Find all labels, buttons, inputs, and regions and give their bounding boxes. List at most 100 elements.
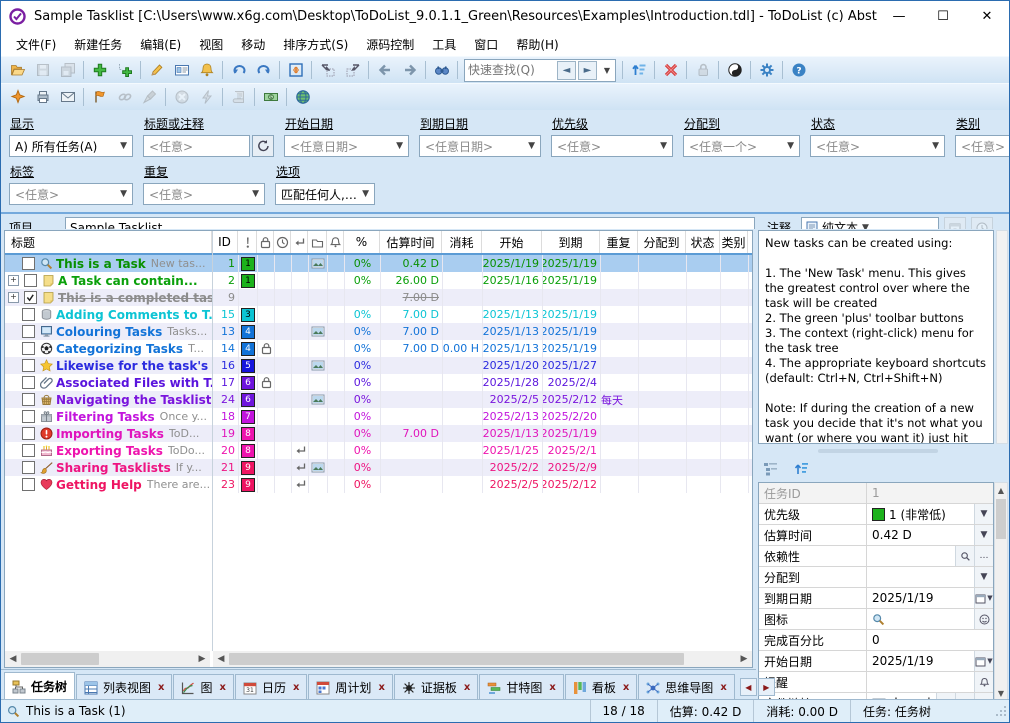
attr-value[interactable]: 1 (非常低) <box>867 506 974 523</box>
tab-图[interactable]: 图x <box>173 674 233 700</box>
task-checkbox[interactable] <box>24 291 37 304</box>
maximize-view-icon[interactable] <box>283 59 308 81</box>
column-header-cat[interactable]: 类别 <box>720 231 748 253</box>
filter-combo-到期日期[interactable]: <任意日期>▼ <box>419 135 541 157</box>
close-button[interactable]: ✕ <box>965 1 1009 32</box>
tab-思维导图[interactable]: 思维导图x <box>638 674 734 700</box>
column-header-img[interactable] <box>308 231 327 253</box>
send-email-icon[interactable] <box>55 86 80 108</box>
redo-icon[interactable] <box>251 59 276 81</box>
tab-scroll-right-icon[interactable]: ▶ <box>758 678 775 696</box>
task-checkbox[interactable] <box>22 257 35 270</box>
tab-close-icon[interactable]: x <box>720 682 726 693</box>
menu-item-9[interactable]: 窗口 <box>465 33 507 56</box>
find-tasks-icon[interactable] <box>429 59 454 81</box>
forward-icon[interactable] <box>397 59 422 81</box>
menu-item-10[interactable]: 帮助(H) <box>507 33 567 56</box>
menu-item-4[interactable]: 视图 <box>190 33 232 56</box>
task-checkbox[interactable] <box>22 376 35 389</box>
minimize-button[interactable]: — <box>877 1 921 32</box>
column-header-est[interactable]: 估算时间 <box>380 231 442 253</box>
attr-search-icon[interactable] <box>955 546 974 566</box>
open-file-icon[interactable] <box>5 59 30 81</box>
task-row-21[interactable]: Sharing TasklistsIf y...2190%2025/2/2202… <box>5 459 752 476</box>
attr-bell-icon[interactable] <box>974 672 993 692</box>
column-header-start[interactable]: 开始 <box>482 231 542 253</box>
shortcut-new-icon[interactable] <box>5 86 30 108</box>
task-card-icon[interactable] <box>169 59 194 81</box>
tab-close-icon[interactable]: x <box>378 682 384 693</box>
attr-value[interactable]: 0 <box>867 633 993 647</box>
filter-combo-选项[interactable]: 匹配任何人, ...▼ <box>275 183 375 205</box>
tab-日历[interactable]: 31日历x <box>235 674 307 700</box>
task-checkbox[interactable] <box>22 461 35 474</box>
task-row-18[interactable]: Filtering TasksOnce y...1870%2025/2/1320… <box>5 408 752 425</box>
filter-combo-分配到[interactable]: <任意一个>▼ <box>683 135 800 157</box>
set-reminder-icon[interactable] <box>194 59 219 81</box>
filter-combo-开始日期[interactable]: <任意日期>▼ <box>284 135 409 157</box>
tab-任务树[interactable]: 任务树 <box>4 672 75 700</box>
column-header-assign[interactable]: 分配到 <box>638 231 686 253</box>
preferences-icon[interactable] <box>754 59 779 81</box>
column-header-title[interactable]: 标题 <box>5 231 212 253</box>
tab-close-icon[interactable]: x <box>464 682 470 693</box>
menu-item-3[interactable]: 编辑(E) <box>131 33 190 56</box>
quick-find-input[interactable] <box>465 62 557 79</box>
filter-refresh-icon[interactable] <box>252 135 274 157</box>
task-checkbox[interactable] <box>22 359 35 372</box>
back-icon[interactable] <box>372 59 397 81</box>
attr-dropdown-icon[interactable]: ▼ <box>974 504 993 524</box>
menu-item-7[interactable]: 源码控制 <box>357 33 423 56</box>
attr-value[interactable]: 2025/1/19 <box>867 654 974 668</box>
tab-close-icon[interactable]: x <box>220 682 226 693</box>
new-task-icon[interactable] <box>87 59 112 81</box>
resize-grip[interactable] <box>995 705 1007 717</box>
tab-close-icon[interactable]: x <box>623 682 629 693</box>
tab-scroll-left-icon[interactable]: ◀ <box>740 678 757 696</box>
task-comments[interactable]: New tasks can be created using: 1. The '… <box>758 230 994 444</box>
task-row-15[interactable]: Adding Comments to T...1530%7.00 D2025/1… <box>5 306 752 323</box>
attr-value[interactable] <box>867 613 974 626</box>
task-row-13[interactable]: Colouring TasksTasks...1340%7.00 D2025/1… <box>5 323 752 340</box>
menu-item-2[interactable]: 新建任务 <box>65 33 131 56</box>
task-checkbox[interactable] <box>22 325 35 338</box>
task-row-20[interactable]: Exporting TasksToDo...2080%2025/1/252025… <box>5 442 752 459</box>
browse-web-icon[interactable] <box>290 86 315 108</box>
attr-smiley-icon[interactable] <box>974 609 993 629</box>
column-header-due[interactable]: 到期 <box>542 231 600 253</box>
column-header-ric[interactable] <box>291 231 308 253</box>
column-header-bell[interactable] <box>327 231 344 253</box>
new-subtask-icon[interactable] <box>112 59 137 81</box>
maximize-button[interactable]: ☐ <box>921 1 965 32</box>
column-splitter[interactable] <box>212 231 213 651</box>
pane-splitter-handle[interactable] <box>818 449 938 453</box>
filter-combo-类别[interactable]: <任意>▼ <box>955 135 1010 157</box>
columns-hscrollbar[interactable]: ◀▶ <box>213 651 752 667</box>
tab-甘特图[interactable]: 甘特图x <box>479 674 563 700</box>
column-header-pri[interactable] <box>238 231 257 253</box>
filter-combo-优先级[interactable]: <任意>▼ <box>551 135 673 157</box>
attributes-scrollbar[interactable]: ▲▼ <box>994 482 1008 701</box>
task-row-23[interactable]: Getting HelpThere are...2390%2025/2/5202… <box>5 476 752 493</box>
print-icon[interactable] <box>30 86 55 108</box>
task-row-17[interactable]: Associated Files with T...1760%2025/1/28… <box>5 374 752 391</box>
attr-calendar-icon[interactable]: ▼ <box>974 651 993 671</box>
task-row-19[interactable]: Importing TasksToD...1980%7.00 D2025/1/1… <box>5 425 752 442</box>
delete-task-icon[interactable] <box>658 59 683 81</box>
task-row-24[interactable]: Navigating the Tasklist2460%2025/2/52025… <box>5 391 752 408</box>
filter-combo-状态[interactable]: <任意>▼ <box>810 135 945 157</box>
menu-item-6[interactable]: 排序方式(S) <box>274 33 357 56</box>
column-header-pct[interactable]: % <box>344 231 380 253</box>
column-header-clock[interactable] <box>274 231 291 253</box>
undo-icon[interactable] <box>226 59 251 81</box>
attr-dropdown-icon[interactable]: ▼ <box>974 567 993 587</box>
quick-find-prev-icon[interactable]: ◄ <box>557 61 576 80</box>
tab-close-icon[interactable]: x <box>158 682 164 693</box>
filter-combo-标题或注释[interactable]: <任意> <box>143 135 250 157</box>
task-checkbox[interactable] <box>22 427 35 440</box>
filter-combo-标签[interactable]: <任意>▼ <box>9 183 133 205</box>
toggle-theme-icon[interactable] <box>722 59 747 81</box>
quick-find-next-icon[interactable]: ► <box>578 61 597 80</box>
sort-tasks-icon[interactable] <box>626 59 651 81</box>
expand-icon[interactable]: + <box>8 292 19 303</box>
